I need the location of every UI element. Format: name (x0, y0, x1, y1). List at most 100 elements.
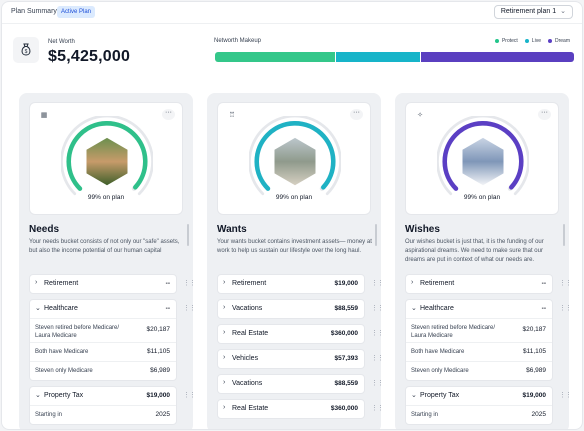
chevron-down-icon[interactable]: ⌄ (35, 304, 41, 312)
bucket-item: › Real Estate $360,000 ⋮⋮ (217, 324, 381, 344)
description-scrollbar[interactable] (563, 224, 565, 246)
item-name: Healthcare (420, 305, 454, 312)
progress-gauge (437, 116, 529, 196)
bucket-item: › Retirement -- ⋮⋮ (405, 274, 569, 294)
legend-item-dream: Dream (547, 38, 570, 44)
bucket-title: Wishes (405, 224, 440, 235)
item-name: Vacations (232, 305, 263, 312)
item-header[interactable]: ⌄ Property Tax $19,000 (406, 387, 552, 405)
item-header[interactable]: › Real Estate $360,000 (218, 400, 364, 418)
item-header[interactable]: › Retirement -- (406, 275, 552, 293)
item-header[interactable]: › Vacations $88,559 (218, 375, 364, 393)
chevron-down-icon[interactable]: ⌄ (411, 391, 417, 399)
item-detail-row: Steven retired before Medicare/ Laura Me… (406, 318, 552, 342)
on-plan-label: 99% on plan (87, 194, 125, 201)
chevron-down-icon[interactable]: ⌄ (35, 391, 41, 399)
item-detail-row: Starting in 2025 (30, 405, 176, 424)
item-amount: -- (541, 280, 546, 287)
bucket-item: ⌄ Healthcare -- ⋮⋮ Steven retired before… (405, 299, 569, 381)
item-name: Retirement (232, 280, 267, 287)
detail-label: Steven only Medicare (35, 368, 93, 374)
networth-value: $5,425,000 (48, 48, 131, 65)
chevron-right-icon[interactable]: › (223, 304, 225, 311)
detail-value: $20,187 (146, 326, 171, 333)
makeup-segment-live (335, 52, 420, 62)
drag-handle-icon[interactable]: ⋮⋮ (183, 392, 193, 399)
item-header[interactable]: › Vehicles $57,393 (218, 350, 364, 368)
top-bar: Plan Summary Active Plan Retirement plan… (2, 2, 582, 24)
bucket-description: Your wants bucket contains investment as… (217, 239, 372, 254)
drag-handle-icon[interactable]: ⋮⋮ (183, 280, 193, 287)
makeup-label: Networth Makeup (214, 38, 262, 44)
chevron-right-icon[interactable]: › (411, 279, 413, 286)
drag-handle-icon[interactable]: ⋮⋮ (371, 280, 381, 287)
detail-value: 2025 (155, 411, 170, 418)
bucket-items: › Retirement $19,000 ⋮⋮ › Vacations $88,… (217, 274, 381, 424)
legend-label: Protect (501, 38, 518, 44)
plan-summary-window: Plan Summary Active Plan Retirement plan… (1, 1, 583, 430)
money-bag-icon: $ (13, 37, 39, 63)
chevron-right-icon[interactable]: › (223, 279, 225, 286)
item-header[interactable]: › Retirement $19,000 (218, 275, 364, 293)
plan-selector[interactable]: Retirement plan 1 ⌄ (493, 5, 573, 19)
drag-handle-icon[interactable]: ⋮⋮ (371, 355, 381, 362)
bucket-items: › Retirement -- ⋮⋮ ⌄ Healthcare -- ⋮⋮ St… (405, 274, 569, 429)
chevron-right-icon[interactable]: › (35, 279, 37, 286)
item-detail-row: Both have Medicare $11,105 (30, 342, 176, 361)
on-plan-label: 99% on plan (275, 194, 313, 201)
bucket-item: › Vacations $88,559 ⋮⋮ (217, 299, 381, 319)
item-detail-row: Starting in 2025 (406, 405, 552, 424)
item-amount: $88,559 (334, 380, 359, 387)
makeup-legend: Protect Live Dream (494, 38, 570, 44)
more-options-icon[interactable]: ··· (350, 109, 363, 120)
bucket-item: ⌄ Property Tax $19,000 ⋮⋮ Starting in 20… (29, 386, 193, 425)
detail-label: Steven retired before Medicare/ Laura Me… (411, 325, 496, 339)
item-header[interactable]: › Real Estate $360,000 (218, 325, 364, 343)
item-amount: $19,000 (334, 280, 359, 287)
item-name: Vehicles (232, 355, 259, 362)
item-header[interactable]: › Vacations $88,559 (218, 300, 364, 318)
description-scrollbar[interactable] (375, 224, 377, 246)
bucket-description: Your needs bucket consists of not only o… (29, 239, 180, 254)
chevron-right-icon[interactable]: › (223, 404, 225, 411)
legend-dot-icon (524, 39, 529, 43)
detail-value: $11,105 (146, 348, 170, 355)
status-badge: Active Plan (57, 6, 96, 18)
bucket-description: Our wishes bucket is just that, it is th… (405, 239, 544, 263)
description-scrollbar[interactable] (187, 224, 189, 246)
drag-handle-icon[interactable]: ⋮⋮ (371, 380, 381, 387)
more-options-icon[interactable]: ··· (538, 109, 551, 120)
chevron-down-icon: ⌄ (560, 8, 566, 15)
chevron-right-icon[interactable]: › (223, 379, 225, 386)
networth-section: $ Net Worth $5,425,000 Networth Makeup P… (2, 25, 582, 75)
detail-value: $20,187 (522, 326, 547, 333)
item-header[interactable]: › Retirement -- (30, 275, 176, 293)
item-header[interactable]: ⌄ Healthcare -- (406, 300, 552, 318)
drag-handle-icon[interactable]: ⋮⋮ (371, 405, 381, 412)
drag-handle-icon[interactable]: ⋮⋮ (559, 392, 569, 399)
item-name: Property Tax (420, 392, 460, 399)
legend-dot-icon (494, 39, 499, 43)
svg-text:$: $ (25, 49, 28, 55)
drag-handle-icon[interactable]: ⋮⋮ (559, 280, 569, 287)
item-name: Retirement (420, 280, 455, 287)
detail-value: $11,105 (522, 348, 546, 355)
chevron-down-icon[interactable]: ⌄ (411, 304, 417, 312)
bucket-column-needs: ▦ ··· 99% on plan Needs Your needs bucke… (19, 93, 193, 429)
item-amount: $57,393 (334, 355, 359, 362)
item-name: Real Estate (232, 405, 269, 412)
item-header[interactable]: ⌄ Property Tax $19,000 (30, 387, 176, 405)
item-detail-row: Steven only Medicare $6,989 (30, 361, 176, 380)
item-amount: $19,000 (522, 392, 547, 399)
item-detail-row: Steven only Medicare $6,989 (406, 361, 552, 380)
drag-handle-icon[interactable]: ⋮⋮ (559, 305, 569, 312)
item-header[interactable]: ⌄ Healthcare -- (30, 300, 176, 318)
bucket-item: › Vacations $88,559 ⋮⋮ (217, 374, 381, 394)
makeup-segment-protect (215, 52, 336, 62)
chevron-right-icon[interactable]: › (223, 329, 225, 336)
drag-handle-icon[interactable]: ⋮⋮ (183, 305, 193, 312)
drag-handle-icon[interactable]: ⋮⋮ (371, 305, 381, 312)
drag-handle-icon[interactable]: ⋮⋮ (371, 330, 381, 337)
chevron-right-icon[interactable]: › (223, 354, 225, 361)
more-options-icon[interactable]: ··· (162, 109, 175, 120)
